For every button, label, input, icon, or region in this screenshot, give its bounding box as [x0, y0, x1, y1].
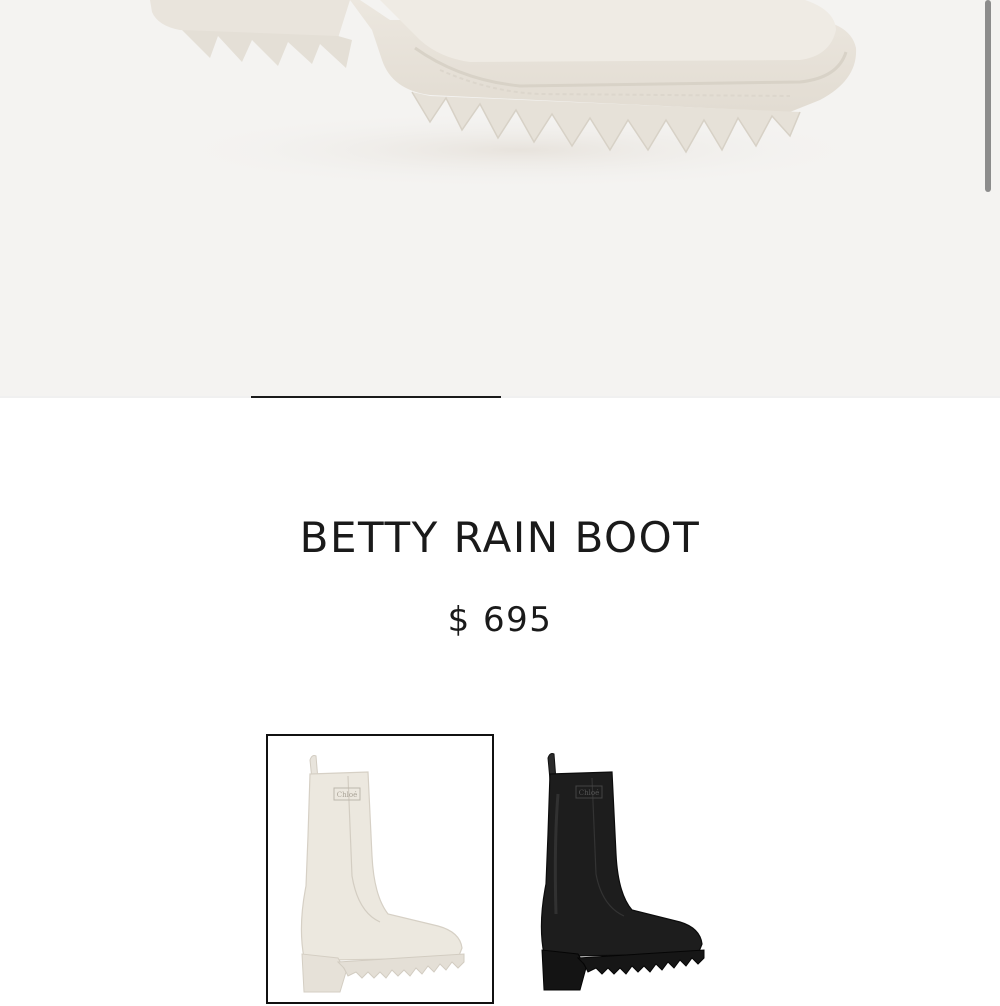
product-hero-image[interactable]	[0, 0, 1000, 396]
carousel-active-indicator[interactable]	[251, 396, 501, 398]
product-price: $ 695	[447, 600, 553, 640]
brand-label: Chloé	[337, 791, 357, 799]
brand-label: Chloé	[579, 789, 599, 797]
scrollbar-thumb[interactable]	[985, 0, 991, 192]
ivory-boot-thumbnail: Chloé	[300, 755, 465, 993]
black-boot-thumbnail: Chloé	[540, 753, 705, 991]
variant-swatch-ivory[interactable]: Chloé	[266, 734, 494, 1004]
variant-swatch-black[interactable]: Chloé	[494, 734, 722, 1004]
boot-closeup-illustration	[150, 0, 880, 190]
product-title: BETTY RAIN BOOT	[299, 513, 701, 562]
